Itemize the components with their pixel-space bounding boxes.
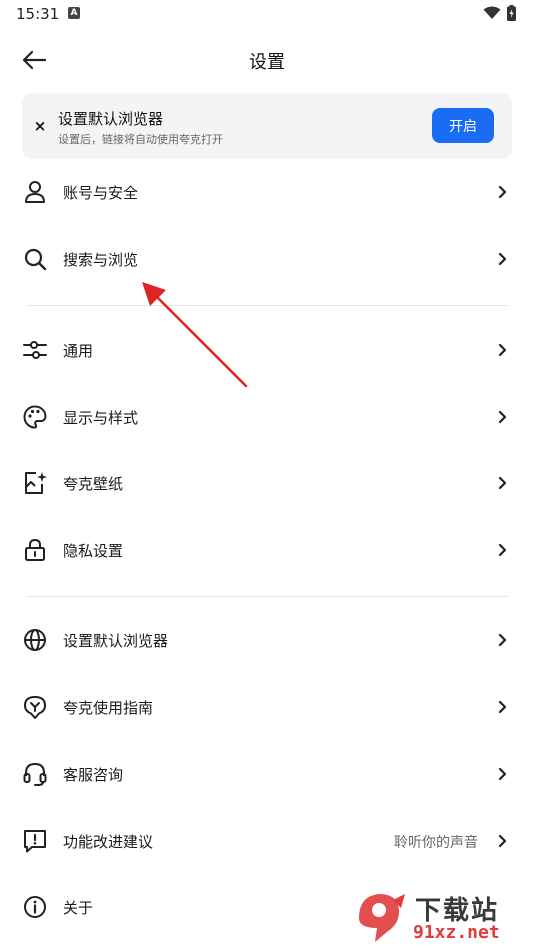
watermark: 下载站 91xz.net xyxy=(353,888,528,948)
settings-item-user-guide[interactable]: 夸克使用指南 xyxy=(0,682,534,734)
chevron-right-icon xyxy=(498,543,507,557)
default-browser-banner: × 设置默认浏览器 设置后，链接将自动使用夸克打开 开启 xyxy=(22,93,512,159)
settings-item-label: 夸克使用指南 xyxy=(63,699,154,717)
settings-item-display-style[interactable]: 显示与样式 xyxy=(0,392,534,444)
wallpaper-icon xyxy=(25,472,47,494)
headset-icon xyxy=(23,762,47,786)
settings-item-label: 客服咨询 xyxy=(63,766,124,784)
palette-icon xyxy=(23,405,47,429)
settings-item-privacy[interactable]: 隐私设置 xyxy=(0,525,534,577)
chevron-right-icon xyxy=(498,700,507,714)
header: 设置 xyxy=(0,36,534,84)
status-time: 15:31 xyxy=(16,5,60,23)
banner-subtitle: 设置后，链接将自动使用夸克打开 xyxy=(58,133,223,146)
chevron-right-icon xyxy=(498,834,507,848)
chevron-right-icon xyxy=(498,410,507,424)
guide-icon xyxy=(24,696,46,719)
chevron-right-icon xyxy=(498,185,507,199)
battery-icon xyxy=(507,5,516,21)
watermark-logo xyxy=(359,894,405,942)
notification-icon: A xyxy=(68,7,80,19)
watermark-bottom: 91xz.net xyxy=(413,922,500,943)
divider xyxy=(26,596,508,597)
settings-item-label: 搜索与浏览 xyxy=(63,251,139,269)
settings-item-general[interactable]: 通用 xyxy=(0,325,534,377)
feedback-hint: 聆听你的声音 xyxy=(394,835,478,851)
enable-button[interactable]: 开启 xyxy=(432,108,494,143)
lock-icon xyxy=(25,538,45,561)
divider xyxy=(26,305,508,306)
status-right xyxy=(483,5,516,21)
settings-item-label: 夸克壁纸 xyxy=(63,475,124,493)
settings-item-customer-service[interactable]: 客服咨询 xyxy=(0,749,534,801)
chevron-right-icon xyxy=(498,633,507,647)
banner-title: 设置默认浏览器 xyxy=(58,110,164,128)
search-icon xyxy=(24,248,47,271)
settings-item-label: 账号与安全 xyxy=(63,184,139,202)
settings-item-search-browsing[interactable]: 搜索与浏览 xyxy=(0,234,534,286)
settings-item-label: 功能改进建议 xyxy=(63,833,154,851)
chevron-right-icon xyxy=(498,476,507,490)
settings-item-label: 关于 xyxy=(63,899,94,917)
settings-item-label: 通用 xyxy=(63,342,94,360)
settings-item-label: 设置默认浏览器 xyxy=(63,632,169,650)
settings-item-default-browser[interactable]: 设置默认浏览器 xyxy=(0,615,534,667)
globe-icon xyxy=(24,629,46,651)
wifi-icon xyxy=(483,6,501,19)
chevron-right-icon xyxy=(498,252,507,266)
settings-item-feedback[interactable]: 功能改进建议 聆听你的声音 xyxy=(0,816,534,868)
settings-item-wallpaper[interactable]: 夸克壁纸 xyxy=(0,458,534,510)
feedback-icon xyxy=(24,830,46,853)
user-icon xyxy=(25,181,45,203)
settings-item-label: 隐私设置 xyxy=(63,542,124,560)
sliders-icon xyxy=(23,341,47,359)
page-title: 设置 xyxy=(249,52,285,73)
settings-item-account-security[interactable]: 账号与安全 xyxy=(0,167,534,219)
settings-item-label: 显示与样式 xyxy=(63,409,139,427)
close-icon[interactable]: × xyxy=(32,116,48,136)
chevron-right-icon xyxy=(498,343,507,357)
info-icon xyxy=(24,896,46,918)
chevron-right-icon xyxy=(498,767,507,781)
status-bar: 15:31 A xyxy=(0,0,534,28)
